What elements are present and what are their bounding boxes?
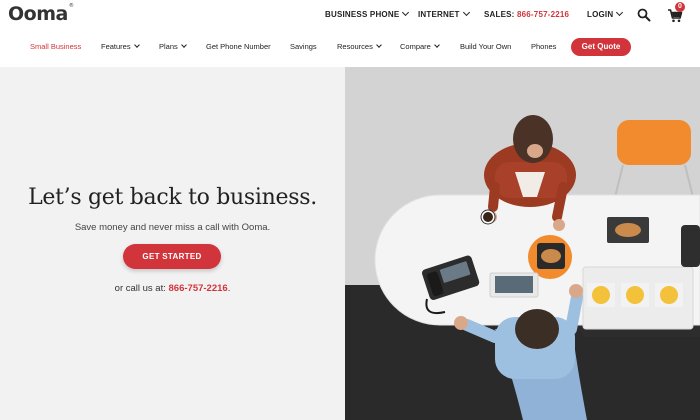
call-us-prefix: or call us at:: [114, 283, 166, 294]
call-us-number[interactable]: 866-757-2216: [169, 283, 228, 294]
nav-phones[interactable]: Phones: [531, 42, 556, 51]
nav-resources-label: Resources: [337, 42, 373, 51]
nav-small-business-label: Small Business: [30, 42, 82, 51]
business-phone-menu[interactable]: BUSINESS PHONE: [325, 8, 410, 19]
internet-menu[interactable]: INTERNET: [418, 8, 470, 19]
nav-plans[interactable]: Plans: [159, 42, 187, 51]
search-icon[interactable]: [637, 8, 651, 22]
login-menu[interactable]: LOGIN: [587, 8, 624, 19]
nav-savings[interactable]: Savings: [290, 42, 317, 51]
nav-compare-label: Compare: [400, 42, 431, 51]
top-utility-bar: Ooma® BUSINESS PHONE INTERNET SALES: 866…: [0, 0, 700, 30]
chevron-down-icon: [616, 8, 624, 17]
logo-text: Ooma: [8, 3, 68, 25]
get-started-button[interactable]: GET STARTED: [123, 244, 221, 269]
get-quote-button[interactable]: Get Quote: [571, 38, 631, 56]
trademark-mark: ®: [68, 3, 74, 9]
internet-label: INTERNET: [418, 10, 460, 19]
sales-phone-number[interactable]: 866-757-2216: [517, 10, 569, 19]
nav-build-your-own-label: Build Your Own: [460, 42, 512, 51]
nav-features-label: Features: [101, 42, 131, 51]
business-phone-label: BUSINESS PHONE: [325, 10, 400, 19]
sales-label: SALES:: [484, 10, 515, 19]
nav-small-business[interactable]: Small Business: [30, 42, 81, 51]
chevron-down-icon: [402, 8, 410, 17]
nav-get-phone-number-label: Get Phone Number: [206, 42, 271, 51]
page: Ooma® BUSINESS PHONE INTERNET SALES: 866…: [0, 0, 700, 420]
sales-contact[interactable]: SALES: 866-757-2216: [484, 10, 569, 19]
nav-compare[interactable]: Compare: [400, 42, 440, 51]
chevron-down-icon: [180, 42, 187, 48]
hero-subtitle: Save money and never miss a call with Oo…: [74, 222, 271, 233]
hero-panel: Let’s get back to business. Save money a…: [0, 67, 345, 420]
chevron-down-icon: [133, 42, 140, 48]
chevron-down-icon: [434, 42, 440, 48]
call-us-suffix: .: [227, 283, 231, 294]
nav-plans-label: Plans: [159, 42, 178, 51]
chevron-down-icon: [462, 8, 470, 17]
nav-features[interactable]: Features: [101, 42, 140, 51]
nav-savings-label: Savings: [290, 42, 317, 51]
hero-office-image: [345, 67, 700, 420]
nav-resources[interactable]: Resources: [337, 42, 382, 51]
nav-phones-label: Phones: [531, 42, 557, 51]
nav-build-your-own[interactable]: Build Your Own: [460, 42, 511, 51]
cart-count-badge: 0: [675, 2, 685, 12]
ooma-logo[interactable]: Ooma®: [8, 3, 74, 25]
login-label: LOGIN: [587, 10, 614, 19]
chevron-down-icon: [376, 42, 382, 48]
hero-title: Let’s get back to business.: [28, 185, 317, 210]
nav-get-phone-number[interactable]: Get Phone Number: [206, 42, 271, 51]
call-us-line: or call us at: 866-757-2216.: [0, 283, 345, 294]
